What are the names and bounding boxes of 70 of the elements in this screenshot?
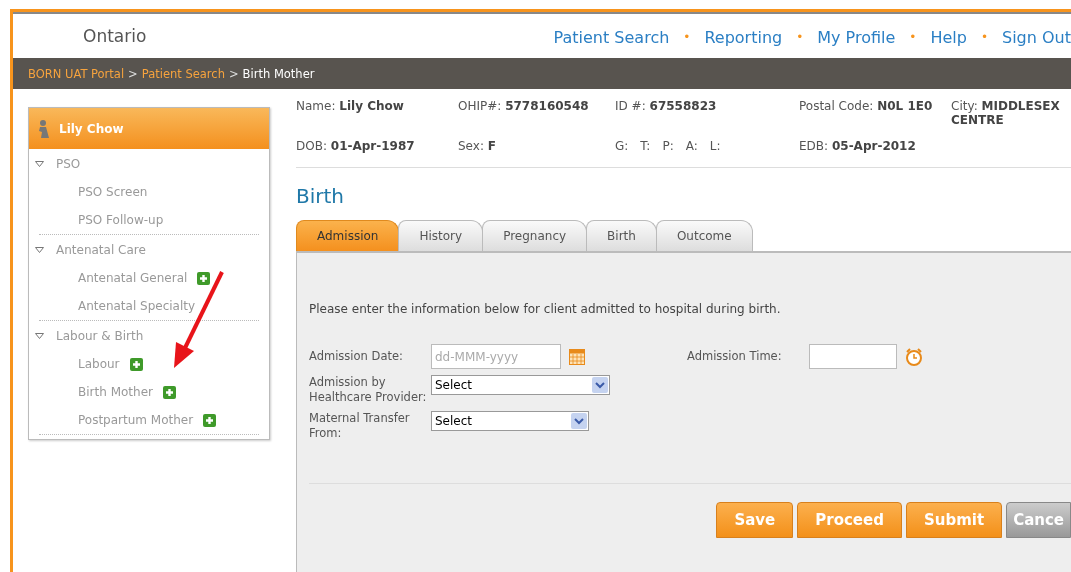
add-icon[interactable] <box>203 413 217 427</box>
calendar-icon[interactable] <box>569 348 585 365</box>
action-button[interactable]: Save <box>716 502 794 538</box>
tree-section[interactable]: Antenatal Care <box>29 235 259 264</box>
section-label: PSO <box>56 156 81 171</box>
info-label: P: <box>662 139 674 153</box>
tree-item[interactable]: Birth Mother <box>78 385 153 399</box>
date-field[interactable]: dd-MMM-yyyy <box>431 344 561 369</box>
info-label: A: <box>685 139 698 153</box>
triangle-icon[interactable] <box>35 160 44 167</box>
nav-link[interactable]: Patient Search <box>553 27 670 47</box>
page-title: Birth <box>296 184 346 208</box>
tree-item[interactable]: Antenatal General <box>78 271 188 285</box>
add-icon[interactable] <box>162 385 176 399</box>
info-label: L: <box>709 139 721 153</box>
tree-item[interactable]: PSO Screen <box>78 185 148 199</box>
info-field: Sex: F <box>458 139 615 153</box>
tree-item[interactable]: Labour <box>78 357 120 371</box>
intro-text: Please enter the information below for client admitted to hospital during birth. <box>309 302 782 316</box>
breadcrumb-separator: > <box>228 66 239 81</box>
info-label: G: <box>615 139 629 153</box>
triangle-icon[interactable] <box>35 246 44 253</box>
tab[interactable]: History <box>398 220 484 251</box>
breadcrumb-link[interactable]: Patient Search <box>141 66 225 81</box>
add-icon[interactable] <box>197 271 211 285</box>
tree-item[interactable]: Postpartum Mother <box>78 413 194 427</box>
tab[interactable]: Admission <box>296 220 400 251</box>
person-icon <box>37 118 51 139</box>
nav-link[interactable]: My Profile <box>817 27 896 47</box>
logo-text: Ontario <box>83 26 147 48</box>
select-dropdown[interactable]: Select <box>431 411 589 431</box>
tree-item[interactable]: Antenatal Specialty <box>78 299 196 313</box>
action-button[interactable]: Submit <box>905 502 1003 538</box>
tab[interactable]: Outcome <box>655 220 753 251</box>
field-label: Admission Time: <box>687 349 783 364</box>
alarm-clock-icon[interactable] <box>905 347 923 366</box>
patient-name: Lily Chow <box>59 121 124 136</box>
nav-separator: • <box>980 30 988 44</box>
select-dropdown[interactable]: Select <box>431 375 610 395</box>
nav-link[interactable]: Reporting <box>704 27 783 47</box>
tree-section[interactable]: Labour & Birth <box>29 321 259 350</box>
info-field: Name: Lily Chow <box>296 99 458 127</box>
tree-item[interactable]: PSO Follow-up <box>78 213 164 227</box>
nav-link[interactable]: Sign Out <box>1002 27 1071 47</box>
time-field[interactable] <box>809 344 897 369</box>
breadcrumb-current: Birth Mother <box>242 66 315 81</box>
breadcrumb-separator: > <box>128 66 138 81</box>
info-field: EDB: 05-Apr-2012 <box>799 139 951 153</box>
action-button[interactable]: Proceed <box>797 502 902 538</box>
tab[interactable]: Pregnancy <box>482 220 588 251</box>
field-label: Admission Date: <box>309 349 404 364</box>
nav-separator: • <box>796 30 804 44</box>
info-label: T: <box>640 139 651 153</box>
info-field: DOB: 01-Apr-1987 <box>296 139 458 153</box>
tree-section[interactable]: PSO <box>29 149 259 178</box>
breadcrumb-link[interactable]: BORN UAT Portal <box>28 66 125 81</box>
nav-separator: • <box>683 30 691 44</box>
info-field: OHIP#: 5778160548 <box>458 99 615 127</box>
nav-separator: • <box>909 30 917 44</box>
triangle-icon[interactable] <box>35 332 44 339</box>
nav-link[interactable]: Help <box>930 27 967 47</box>
section-label: Antenatal Care <box>56 242 146 257</box>
info-field: ID #: 67558823 <box>615 99 799 127</box>
field-label: Admission by Healthcare Provider: <box>309 375 428 405</box>
info-field: Postal Code: N0L 1E0 <box>799 99 951 127</box>
section-label: Labour & Birth <box>56 328 144 343</box>
add-icon[interactable] <box>129 357 143 371</box>
field-label: Maternal Transfer From: <box>309 411 411 441</box>
tab[interactable]: Birth <box>586 220 657 251</box>
info-field: City: MIDDLESEX CENTRE <box>951 99 1071 127</box>
